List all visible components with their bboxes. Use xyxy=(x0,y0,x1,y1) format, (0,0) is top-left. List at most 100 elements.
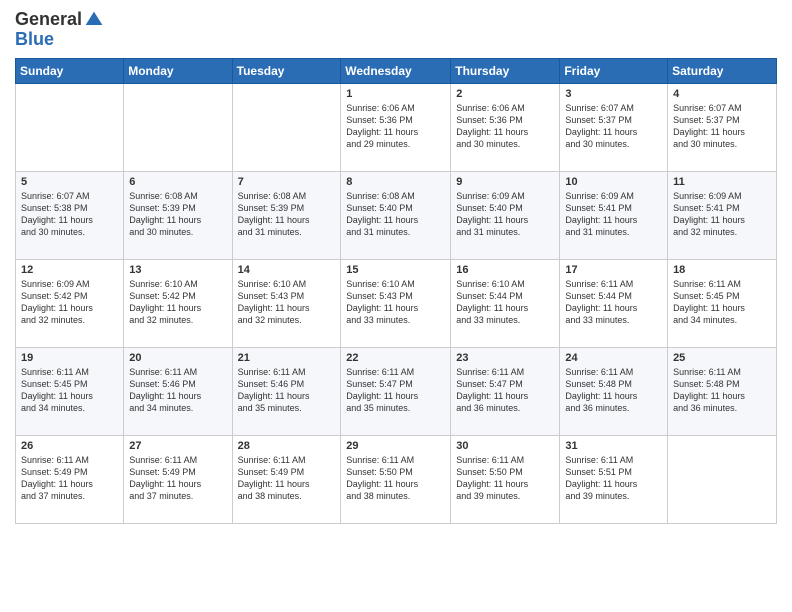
weekday-header-monday: Monday xyxy=(124,58,232,83)
header: General Blue xyxy=(15,10,777,50)
day-info: Sunrise: 6:10 AM Sunset: 5:44 PM Dayligh… xyxy=(456,278,554,327)
day-number: 10 xyxy=(565,176,662,188)
day-info: Sunrise: 6:06 AM Sunset: 5:36 PM Dayligh… xyxy=(456,102,554,151)
day-number: 17 xyxy=(565,264,662,276)
day-number: 27 xyxy=(129,440,226,452)
calendar: SundayMondayTuesdayWednesdayThursdayFrid… xyxy=(15,58,777,524)
calendar-cell: 10 Sunrise: 6:09 AM Sunset: 5:41 PM Dayli… xyxy=(560,171,668,259)
day-number: 23 xyxy=(456,352,554,364)
day-number: 12 xyxy=(21,264,118,276)
calendar-cell: 14Sunrise: 6:10 AM Sunset: 5:43 PM Dayli… xyxy=(232,259,341,347)
calendar-cell: 16 Sunrise: 6:10 AM Sunset: 5:44 PM Dayli… xyxy=(451,259,560,347)
day-info: Sunrise: 6:11 AM Sunset: 5:50 PM Dayligh… xyxy=(346,454,445,503)
logo-general: General xyxy=(15,10,82,30)
day-info: Sunrise: 6:08 AM Sunset: 5:40 PM Dayligh… xyxy=(346,190,445,239)
calendar-cell: 20 Sunrise: 6:11 AM Sunset: 5:46 PM Dayli… xyxy=(124,347,232,435)
day-number: 25 xyxy=(673,352,771,364)
day-info: Sunrise: 6:07 AM Sunset: 5:37 PM Dayligh… xyxy=(565,102,662,151)
weekday-header-wednesday: Wednesday xyxy=(341,58,451,83)
day-number: 22 xyxy=(346,352,445,364)
calendar-cell: 6 Sunrise: 6:08 AM Sunset: 5:39 PM Daylig… xyxy=(124,171,232,259)
calendar-body: 1 Sunrise: 6:06 AM Sunset: 5:36 PM Daylig… xyxy=(16,83,777,523)
calendar-cell: 19 Sunrise: 6:11 AM Sunset: 5:45 PM Dayli… xyxy=(16,347,124,435)
day-info: Sunrise: 6:11 AM Sunset: 5:48 PM Dayligh… xyxy=(673,366,771,415)
day-number: 20 xyxy=(129,352,226,364)
calendar-cell: 15 Sunrise: 6:10 AM Sunset: 5:43 PM Dayli… xyxy=(341,259,451,347)
day-info: Sunrise: 6:09 AM Sunset: 5:41 PM Dayligh… xyxy=(673,190,771,239)
day-number: 9 xyxy=(456,176,554,188)
day-number: 24 xyxy=(565,352,662,364)
day-info: Sunrise: 6:09 AM Sunset: 5:41 PM Dayligh… xyxy=(565,190,662,239)
day-number: 3 xyxy=(565,88,662,100)
calendar-cell: 9 Sunrise: 6:09 AM Sunset: 5:40 PM Daylig… xyxy=(451,171,560,259)
day-number: 7 xyxy=(238,176,336,188)
day-info: Sunrise: 6:11 AM Sunset: 5:45 PM Dayligh… xyxy=(673,278,771,327)
calendar-cell xyxy=(16,83,124,171)
day-number: 1 xyxy=(346,88,445,100)
day-info: Sunrise: 6:09 AM Sunset: 5:40 PM Dayligh… xyxy=(456,190,554,239)
day-number: 13 xyxy=(129,264,226,276)
logo-blue: Blue xyxy=(15,30,104,50)
day-number: 30 xyxy=(456,440,554,452)
day-info: Sunrise: 6:09 AM Sunset: 5:42 PM Dayligh… xyxy=(21,278,118,327)
calendar-cell: 1 Sunrise: 6:06 AM Sunset: 5:36 PM Daylig… xyxy=(341,83,451,171)
day-info: Sunrise: 6:11 AM Sunset: 5:47 PM Dayligh… xyxy=(456,366,554,415)
calendar-cell: 22 Sunrise: 6:11 AM Sunset: 5:47 PM Dayli… xyxy=(341,347,451,435)
day-info: Sunrise: 6:11 AM Sunset: 5:51 PM Dayligh… xyxy=(565,454,662,503)
day-info: Sunrise: 6:11 AM Sunset: 5:47 PM Dayligh… xyxy=(346,366,445,415)
day-number: 28 xyxy=(238,440,336,452)
day-info: Sunrise: 6:06 AM Sunset: 5:36 PM Dayligh… xyxy=(346,102,445,151)
day-info: Sunrise: 6:08 AM Sunset: 5:39 PM Dayligh… xyxy=(129,190,226,239)
calendar-cell: 4 Sunrise: 6:07 AM Sunset: 5:37 PM Daylig… xyxy=(668,83,777,171)
week-row-3: 12 Sunrise: 6:09 AM Sunset: 5:42 PM Dayli… xyxy=(16,259,777,347)
weekday-header-saturday: Saturday xyxy=(668,58,777,83)
day-info: Sunrise: 6:11 AM Sunset: 5:50 PM Dayligh… xyxy=(456,454,554,503)
day-info: Sunrise: 6:10 AM Sunset: 5:42 PM Dayligh… xyxy=(129,278,226,327)
day-number: 19 xyxy=(21,352,118,364)
calendar-cell xyxy=(232,83,341,171)
day-info: Sunrise: 6:11 AM Sunset: 5:49 PM Dayligh… xyxy=(129,454,226,503)
calendar-cell: 2Sunrise: 6:06 AM Sunset: 5:36 PM Daylig… xyxy=(451,83,560,171)
day-info: Sunrise: 6:07 AM Sunset: 5:37 PM Dayligh… xyxy=(673,102,771,151)
calendar-cell: 29Sunrise: 6:11 AM Sunset: 5:50 PM Dayli… xyxy=(341,435,451,523)
day-number: 11 xyxy=(673,176,771,188)
day-number: 15 xyxy=(346,264,445,276)
weekday-header-sunday: Sunday xyxy=(16,58,124,83)
calendar-cell: 13 Sunrise: 6:10 AM Sunset: 5:42 PM Dayli… xyxy=(124,259,232,347)
day-number: 16 xyxy=(456,264,554,276)
week-row-4: 19 Sunrise: 6:11 AM Sunset: 5:45 PM Dayli… xyxy=(16,347,777,435)
week-row-2: 5Sunrise: 6:07 AM Sunset: 5:38 PM Daylig… xyxy=(16,171,777,259)
calendar-cell: 8Sunrise: 6:08 AM Sunset: 5:40 PM Daylig… xyxy=(341,171,451,259)
day-info: Sunrise: 6:11 AM Sunset: 5:45 PM Dayligh… xyxy=(21,366,118,415)
day-number: 4 xyxy=(673,88,771,100)
calendar-cell: 30 Sunrise: 6:11 AM Sunset: 5:50 PM Dayli… xyxy=(451,435,560,523)
calendar-cell: 17 Sunrise: 6:11 AM Sunset: 5:44 PM Dayli… xyxy=(560,259,668,347)
week-row-5: 26 Sunrise: 6:11 AM Sunset: 5:49 PM Dayli… xyxy=(16,435,777,523)
week-row-1: 1 Sunrise: 6:06 AM Sunset: 5:36 PM Daylig… xyxy=(16,83,777,171)
day-number: 14 xyxy=(238,264,336,276)
calendar-cell xyxy=(668,435,777,523)
day-info: Sunrise: 6:07 AM Sunset: 5:38 PM Dayligh… xyxy=(21,190,118,239)
day-info: Sunrise: 6:11 AM Sunset: 5:46 PM Dayligh… xyxy=(129,366,226,415)
day-info: Sunrise: 6:11 AM Sunset: 5:48 PM Dayligh… xyxy=(565,366,662,415)
calendar-cell: 21Sunrise: 6:11 AM Sunset: 5:46 PM Dayli… xyxy=(232,347,341,435)
day-info: Sunrise: 6:11 AM Sunset: 5:44 PM Dayligh… xyxy=(565,278,662,327)
page: General Blue SundayMondayTuesdayWednesda… xyxy=(0,0,792,612)
calendar-cell: 27 Sunrise: 6:11 AM Sunset: 5:49 PM Dayli… xyxy=(124,435,232,523)
weekday-header-thursday: Thursday xyxy=(451,58,560,83)
weekday-header-row: SundayMondayTuesdayWednesdayThursdayFrid… xyxy=(16,58,777,83)
day-number: 6 xyxy=(129,176,226,188)
day-info: Sunrise: 6:11 AM Sunset: 5:46 PM Dayligh… xyxy=(238,366,336,415)
calendar-cell: 3 Sunrise: 6:07 AM Sunset: 5:37 PM Daylig… xyxy=(560,83,668,171)
logo-icon xyxy=(84,10,104,30)
logo: General Blue xyxy=(15,10,104,50)
calendar-cell: 18 Sunrise: 6:11 AM Sunset: 5:45 PM Dayli… xyxy=(668,259,777,347)
day-info: Sunrise: 6:10 AM Sunset: 5:43 PM Dayligh… xyxy=(346,278,445,327)
day-number: 18 xyxy=(673,264,771,276)
day-number: 31 xyxy=(565,440,662,452)
day-number: 26 xyxy=(21,440,118,452)
calendar-cell: 28Sunrise: 6:11 AM Sunset: 5:49 PM Dayli… xyxy=(232,435,341,523)
calendar-cell: 12 Sunrise: 6:09 AM Sunset: 5:42 PM Dayli… xyxy=(16,259,124,347)
day-info: Sunrise: 6:08 AM Sunset: 5:39 PM Dayligh… xyxy=(238,190,336,239)
calendar-cell: 26Sunrise: 6:11 AM Sunset: 5:49 PM Dayli… xyxy=(16,435,124,523)
